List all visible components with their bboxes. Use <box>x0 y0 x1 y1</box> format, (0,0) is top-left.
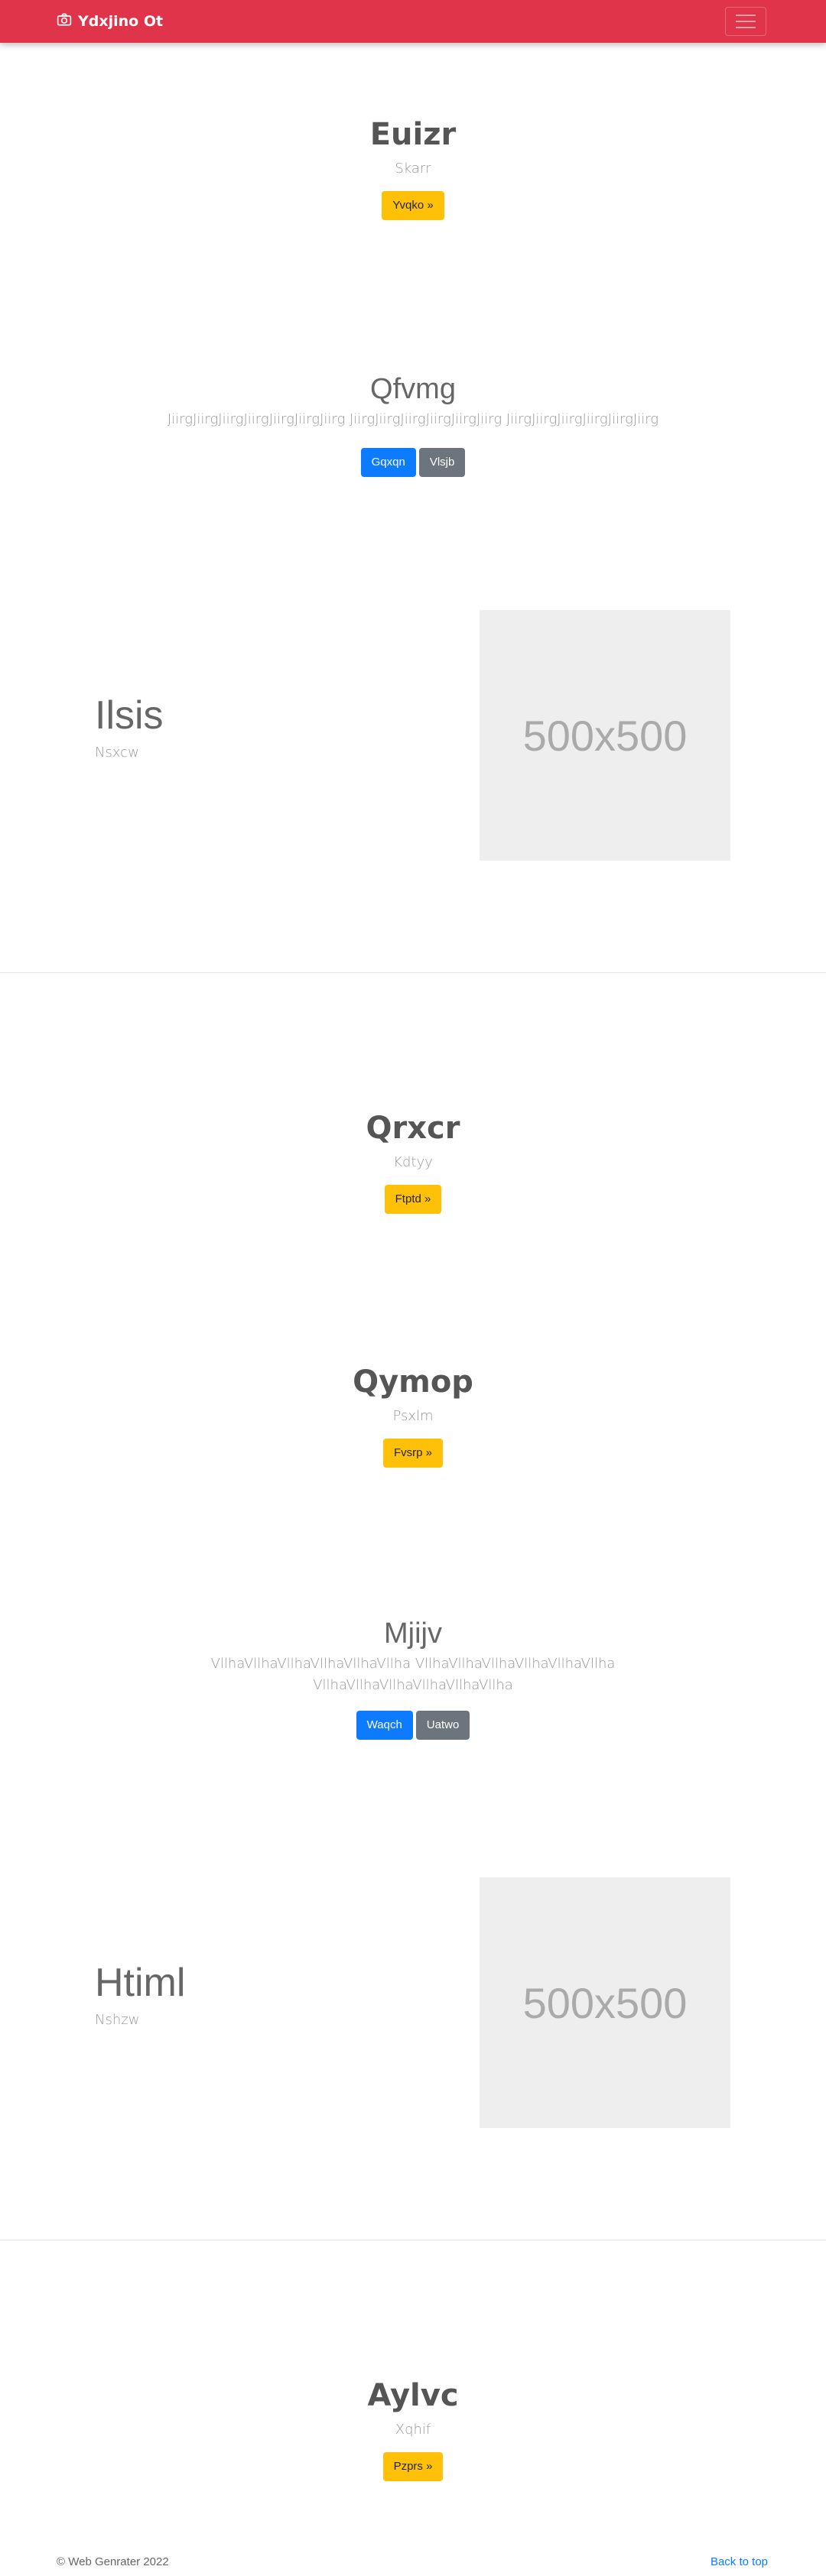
hero-section-qymop: Qymop Psxlm Fvsrp » <box>0 1364 826 1468</box>
camera-icon <box>57 12 72 31</box>
section-title: Mjijv <box>384 1617 442 1650</box>
uatwo-button[interactable]: Uatwo <box>415 1711 470 1740</box>
hamburger-icon-bar <box>736 21 756 22</box>
feature-title: Htiml <box>95 1961 186 2005</box>
section-subtitle: JiirgJiirgJiirgJiirgJiirgJiirgJiirg Jiir… <box>167 411 659 427</box>
jumbotron-section-mjijv: Mjijv VllhaVllhaVllhaVllhaVllhaVllha Vll… <box>0 1616 826 1740</box>
hero-section-qrxcr: Qrxcr Kdtyy Ftptd » <box>0 1110 826 1214</box>
section-subtitle: Xqhif <box>395 2422 431 2438</box>
feature-subtitle: Nsxcw <box>95 745 139 761</box>
section-subtitle-line-1: VllhaVllhaVllhaVllhaVllhaVllha VllhaVllh… <box>210 1656 616 1672</box>
section-title: Qymop <box>353 1364 473 1400</box>
back-to-top-link[interactable]: Back to top <box>711 2555 768 2568</box>
navbar: Ydxjino Ot <box>0 0 826 43</box>
section-divider <box>0 972 826 973</box>
hero-section-euizr: Euizr Skarr Yvqko » <box>0 116 826 220</box>
brand-name: Ydxjino Ot <box>78 13 164 30</box>
section-title: Qfvmg <box>370 373 456 405</box>
hero-section-aylvc: Aylvc Xqhif Pzprs » <box>0 2377 826 2481</box>
brand-link[interactable]: Ydxjino Ot <box>57 0 163 43</box>
section-title: Aylvc <box>367 2378 459 2413</box>
gqxqn-button[interactable]: Gqxqn <box>360 448 416 477</box>
section-title: Euizr <box>369 117 457 152</box>
section-subtitle: Psxlm <box>392 1408 434 1424</box>
fvsrp-button[interactable]: Fvsrp » <box>382 1439 443 1468</box>
feature-subtitle: Nshzw <box>95 2012 140 2028</box>
hamburger-icon-bar <box>736 27 756 28</box>
section-subtitle: Skarr <box>395 161 431 177</box>
feature-title: Ilsis <box>95 693 164 738</box>
hamburger-icon <box>736 15 756 16</box>
vlsjb-button[interactable]: Vlsjb <box>418 448 466 477</box>
footer-copyright: © Web Genrater 2022 <box>57 2555 169 2568</box>
jumbotron-section-qfvmg: Qfvmg JiirgJiirgJiirgJiirgJiirgJiirgJiir… <box>0 371 826 477</box>
ftptd-button[interactable]: Ftptd » <box>384 1185 442 1214</box>
section-title: Qrxcr <box>366 1111 460 1146</box>
placeholder-image: 500x500 <box>480 1877 730 2128</box>
pzprs-button[interactable]: Pzprs » <box>382 2452 444 2481</box>
menu-toggle-button[interactable] <box>725 7 766 36</box>
waqch-button[interactable]: Waqch <box>356 1711 413 1740</box>
yvqko-button[interactable]: Yvqko » <box>382 191 444 220</box>
placeholder-image: 500x500 <box>480 610 730 861</box>
section-subtitle-line-2: VllhaVllhaVllhaVllhaVllhaVllha <box>313 1677 513 1693</box>
section-subtitle: Kdtyy <box>393 1154 433 1170</box>
